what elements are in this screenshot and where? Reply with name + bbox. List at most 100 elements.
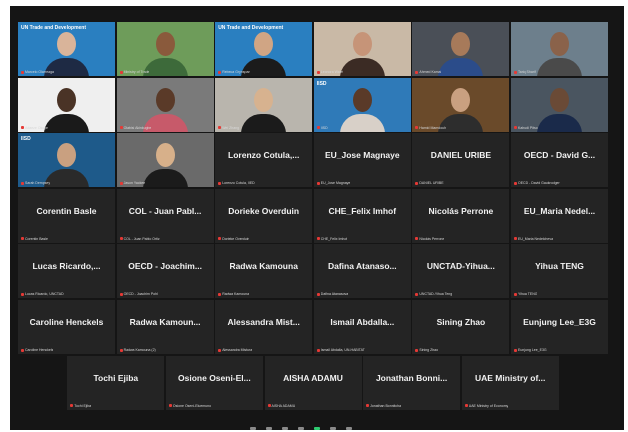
video-tile[interactable]: Tariq Sharif: [511, 22, 608, 76]
participant-tile[interactable]: Yihua TENG Yihua TENG: [511, 244, 608, 299]
participant-label: COL - Juan Pablo Ortiz: [119, 237, 160, 241]
participant-tile[interactable]: Eunjung Lee_E3G Eunjung Lee_E3G: [511, 300, 608, 354]
participant-name: OECD - Joachim...: [128, 261, 202, 272]
participant-name-small: CHE_Felix Imhof: [320, 236, 348, 241]
video-tile[interactable]: UN Trade and Development Marcelo Olarreag…: [18, 22, 115, 76]
more-icon[interactable]: [346, 427, 352, 430]
muted-mic-icon: [168, 404, 172, 408]
participant-tile[interactable]: Tochi Ejiba Tochi Ejiba: [67, 355, 165, 410]
participant-tile[interactable]: OECD - Joachim... OECD - Joachim Pohl: [116, 244, 214, 299]
participant-label: EU_Maria Nedelcheva: [514, 237, 553, 241]
participant-face: [352, 87, 372, 112]
participant-name-small: Alessandra Mistura: [222, 348, 253, 352]
participant-tile[interactable]: Radwa Kamoun... Radwa Kamouna (2): [116, 300, 214, 354]
video-tile[interactable]: IISD Sarah Dempsey: [18, 133, 115, 188]
participant-tile[interactable]: Nicolás Perrone Nicolás Perrone: [412, 188, 510, 243]
video-tile[interactable]: Adaeze Okoye: [18, 77, 115, 132]
participant-tile[interactable]: Ismail Abdalla... Ismail Abdalla, UN-HABI…: [313, 300, 411, 354]
participant-tile[interactable]: EU_Maria Nedel... EU_Maria Nedelcheva: [511, 188, 608, 243]
chat-icon[interactable]: [298, 427, 304, 430]
participant-name: Tochi Ejiba: [93, 372, 139, 383]
participant-tile[interactable]: Dorieke Overduin Dorieke Overduin: [215, 188, 313, 243]
muted-mic-icon: [267, 404, 271, 408]
video-tile[interactable]: Kahudi Pitso: [511, 77, 608, 132]
participant-name-small: Wei Zhang: [222, 125, 240, 130]
video-tile[interactable]: Leonora Walet: [313, 22, 411, 76]
participant-label: Rebeca Grynspan: [218, 70, 250, 74]
participant-name-small: Jason Yackee: [123, 181, 146, 186]
participant-label: Lorenzo Cotula, IIED: [218, 181, 255, 185]
participant-name-small: AISHA ADAMU: [271, 403, 296, 408]
video-tile[interactable]: Jason Yackee: [116, 133, 214, 188]
participant-tile[interactable]: Caroline Henckels Caroline Henckels: [18, 300, 115, 354]
muted-mic-icon: [316, 348, 320, 352]
participant-face: [550, 32, 569, 56]
participant-name-small: Olabisi Akinkugbe: [123, 125, 152, 130]
participant-tile[interactable]: COL - Juan Pabl... COL - Juan Pablo Ortiz: [116, 188, 214, 243]
participant-tile[interactable]: Osione Oseni-El... Osione Oseni-Eluemuno: [165, 355, 263, 410]
muted-mic-icon: [218, 292, 222, 296]
participant-name-small: Dafina Atanasova: [320, 292, 349, 297]
muted-mic-icon: [514, 126, 517, 130]
participant-label: UNCTAD-Yihua Teng: [415, 292, 452, 296]
participant-tile[interactable]: OECD - David G... OECD - David Gaukrodger: [511, 133, 608, 188]
video-tile[interactable]: Olabisi Akinkugbe: [116, 77, 214, 132]
participant-tile[interactable]: UAE Ministry of... UAE Ministry of Econom…: [461, 355, 559, 410]
participant-label: Marcelo Olarreaga: [21, 70, 54, 74]
participant-name: Nicolás Perrone: [428, 205, 494, 216]
participant-label: IISD: [316, 126, 328, 130]
participant-label: Alessandra Mistura: [218, 348, 252, 352]
participant-name: AISHA ADAMU: [283, 372, 343, 383]
participant-tile[interactable]: DANIEL URIBE DANIEL URIBE: [412, 133, 510, 188]
muted-mic-icon: [70, 404, 74, 408]
participant-name-small: OECD - David Gaukrodger: [518, 181, 560, 186]
muted-mic-icon: [514, 181, 517, 185]
participant-tile[interactable]: Lucas Ricardo,... Lucas Ricardo, UNCTAD: [18, 244, 115, 299]
participant-face: [155, 32, 175, 56]
participant-tile[interactable]: CHE_Felix Imhof CHE_Felix Imhof: [313, 188, 411, 243]
muted-mic-icon: [514, 237, 517, 241]
participant-name-small: Hamid Mamdouh: [419, 125, 447, 130]
participant-tile[interactable]: Alessandra Mist... Alessandra Mistura: [215, 300, 313, 354]
participant-tile[interactable]: AISHA ADAMU AISHA ADAMU: [264, 355, 362, 410]
video-tile[interactable]: Ahmed Kamal: [412, 22, 510, 76]
participant-tile[interactable]: UNCTAD-Yihua... UNCTAD-Yihua Teng: [412, 244, 510, 299]
video-tile[interactable]: IISD IISD: [313, 77, 411, 132]
participant-name: Jonathan Bonni...: [375, 372, 448, 383]
participant-name-small: Kahudi Pitso: [518, 125, 538, 130]
muted-mic-icon: [119, 70, 123, 74]
participant-label: Hamid Mamdouh: [415, 126, 446, 130]
muted-mic-icon: [119, 292, 123, 296]
video-tile[interactable]: Ministry of Trade: [116, 22, 214, 76]
video-tile[interactable]: Wei Zhang: [215, 77, 313, 132]
participant-tile[interactable]: EU_Jose Magnaye EU_Jose Magnaye: [313, 133, 411, 188]
muted-mic-icon: [218, 237, 222, 241]
participant-name-small: Dorieke Overduin: [222, 236, 250, 241]
participant-name-small: Ministry of Trade: [123, 70, 150, 74]
video-tile[interactable]: Hamid Mamdouh: [412, 77, 510, 132]
muted-mic-icon: [415, 348, 419, 352]
participant-name-small: Jonathan Bonnitcha: [370, 403, 402, 408]
participant-tile[interactable]: Radwa Kamouna Radwa Kamouna: [215, 244, 313, 299]
participants-icon[interactable]: [282, 427, 288, 430]
participant-label: Tariq Sharif: [514, 70, 536, 74]
participant-label: Nicolás Perrone: [415, 237, 444, 241]
participant-name-small: UAE Ministry of Economy: [468, 403, 509, 408]
participant-tile[interactable]: Corentin Basle Corentin Basle: [18, 188, 115, 243]
participant-tile[interactable]: Lorenzo Cotula,... Lorenzo Cotula, IIED: [215, 133, 313, 188]
participant-name: CHE_Felix Imhof: [328, 205, 397, 216]
participant-name: Dafina Atanaso...: [327, 261, 397, 272]
participant-label: OECD - Joachim Pohl: [119, 292, 158, 296]
video-icon[interactable]: [266, 427, 272, 430]
reactions-icon[interactable]: [330, 427, 336, 430]
participant-name: EU_Jose Magnaye: [324, 150, 400, 161]
participant-label: Radwa Kamouna (2): [119, 348, 156, 352]
video-tile[interactable]: UN Trade and Development Rebeca Grynspan: [215, 22, 313, 76]
muted-mic-icon: [21, 348, 24, 352]
share-screen-icon[interactable]: [314, 427, 320, 430]
participant-tile[interactable]: Jonathan Bonni... Jonathan Bonnitcha: [363, 355, 461, 410]
mute-icon[interactable]: [250, 427, 256, 430]
participant-name-small: Osione Oseni-Eluemuno: [172, 403, 212, 408]
participant-tile[interactable]: Sining Zhao Sining Zhao: [412, 300, 510, 354]
participant-tile[interactable]: Dafina Atanaso... Dafina Atanasova: [313, 244, 411, 299]
